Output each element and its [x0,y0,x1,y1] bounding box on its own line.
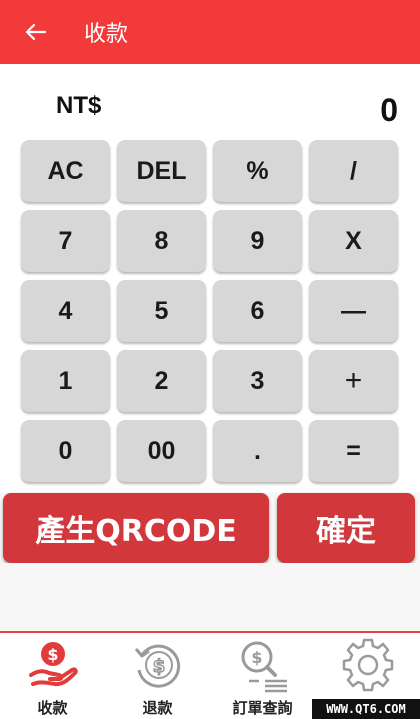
key-6[interactable]: 6 [213,280,302,342]
key-plus[interactable]: + [309,350,398,412]
key-minus[interactable]: — [309,280,398,342]
svg-text:$: $ [152,656,165,677]
key-7[interactable]: 7 [21,210,110,272]
empty-area [0,563,420,631]
watermark: WWW.QT6.COM [312,699,420,719]
key-percent[interactable]: % [213,140,302,202]
refund-dollar-icon: $ [134,644,180,688]
key-0[interactable]: 0 [21,420,110,482]
tab-collect-label: 收款 [37,699,68,717]
key-1[interactable]: 1 [21,350,110,412]
tab-order-search[interactable]: $ 訂單查詢 [210,633,315,719]
key-clear[interactable]: AC [21,140,110,202]
order-search-icon: $ [241,641,287,693]
page-title: 收款 [84,22,129,47]
generate-qrcode-button[interactable]: 產生QRCODE [3,493,269,563]
key-delete[interactable]: DEL [117,140,206,202]
back-button[interactable] [14,10,58,54]
amount-display: NT$ 0 [0,64,420,134]
key-2[interactable]: 2 [117,350,206,412]
key-multiply[interactable]: X [309,210,398,272]
gear-icon [342,638,393,692]
key-8[interactable]: 8 [117,210,206,272]
key-4[interactable]: 4 [21,280,110,342]
key-9[interactable]: 9 [213,210,302,272]
arrow-left-icon [25,23,47,41]
svg-text:$: $ [251,648,262,667]
tab-collect[interactable]: $ 收款 [0,633,105,719]
key-decimal[interactable]: . [213,420,302,482]
currency-label: NT$ [56,92,102,119]
tab-refund-label: 退款 [142,699,173,717]
tab-refund[interactable]: $ 退款 [105,633,210,719]
key-equals[interactable]: = [309,420,398,482]
keypad: AC DEL % / 7 8 9 X 4 5 6 — 1 2 3 + 0 00 … [0,134,420,492]
app-header: 收款 [0,0,420,64]
tab-order-search-label: 訂單查詢 [232,699,293,717]
key-5[interactable]: 5 [117,280,206,342]
svg-text:$: $ [47,645,58,664]
amount-value: 0 [380,92,398,128]
key-divide[interactable]: / [309,140,398,202]
money-hand-icon: $ [28,642,78,687]
key-00[interactable]: 00 [117,420,206,482]
key-3[interactable]: 3 [213,350,302,412]
confirm-button[interactable]: 確定 [277,493,415,563]
